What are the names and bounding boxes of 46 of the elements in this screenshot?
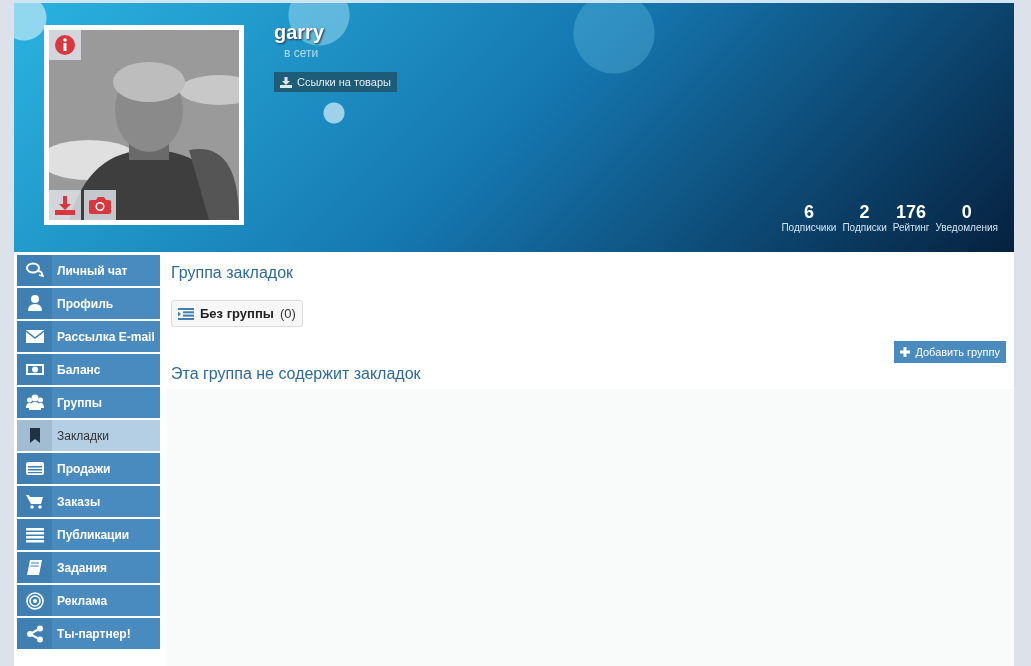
stat-value: 6: [803, 202, 814, 222]
username: garry: [274, 21, 325, 44]
list-icon: [178, 307, 194, 320]
sidebar-item[interactable]: Закладки: [17, 420, 160, 451]
book-icon: [25, 558, 44, 577]
cart-icon: [25, 492, 44, 511]
envelope-icon: [25, 327, 44, 346]
links-button[interactable]: Ссылки на товары: [274, 72, 397, 92]
online-status: в сети: [284, 46, 319, 60]
card-icon: [25, 459, 44, 478]
list-icon: [25, 525, 44, 544]
sidebar-item[interactable]: Личный чат: [17, 255, 160, 286]
stat-value: 2: [859, 202, 870, 222]
sidebar-item[interactable]: Продажи: [17, 453, 160, 484]
user-icon: [25, 294, 44, 313]
info-icon: [55, 35, 75, 55]
chat-icon: [25, 261, 44, 280]
camera-button[interactable]: [84, 190, 116, 220]
add-group-button[interactable]: Добавить группу: [894, 341, 1006, 363]
stat-value: 176: [896, 202, 927, 222]
section-title: Группа закладок: [171, 264, 295, 282]
sidebar-item[interactable]: Баланс: [17, 354, 160, 385]
empty-message: Эта группа не содержит закладок: [171, 365, 422, 383]
sidebar-item[interactable]: Профиль: [17, 288, 160, 319]
sidebar-item[interactable]: Задания: [17, 552, 160, 583]
camera-icon: [89, 196, 111, 214]
target-icon: [25, 591, 44, 610]
sidebar-item[interactable]: Публикации: [17, 519, 160, 550]
stat-label: Подписки: [842, 222, 887, 234]
sidebar-item[interactable]: Группы: [17, 387, 160, 418]
download-button[interactable]: [49, 190, 81, 220]
download-icon: [280, 76, 292, 88]
share-icon: [25, 624, 44, 643]
sidebar-item[interactable]: Реклама: [17, 585, 160, 616]
stat-label: Рейтинг: [892, 222, 930, 234]
group-icon: [25, 393, 44, 412]
stat-label: Уведомления: [935, 222, 998, 234]
sidebar-item[interactable]: Ты-партнер!: [17, 618, 160, 649]
sidebar-item[interactable]: Рассылка E-mail: [17, 321, 160, 352]
stat-value: 0: [961, 202, 972, 222]
sidebar-item[interactable]: Заказы: [17, 486, 160, 517]
info-button[interactable]: [49, 30, 81, 60]
download-icon: [54, 195, 76, 215]
group-button[interactable]: Без группы (0): [171, 300, 303, 327]
plus-icon: [900, 347, 911, 357]
stat-label: Подписчики: [781, 222, 837, 234]
